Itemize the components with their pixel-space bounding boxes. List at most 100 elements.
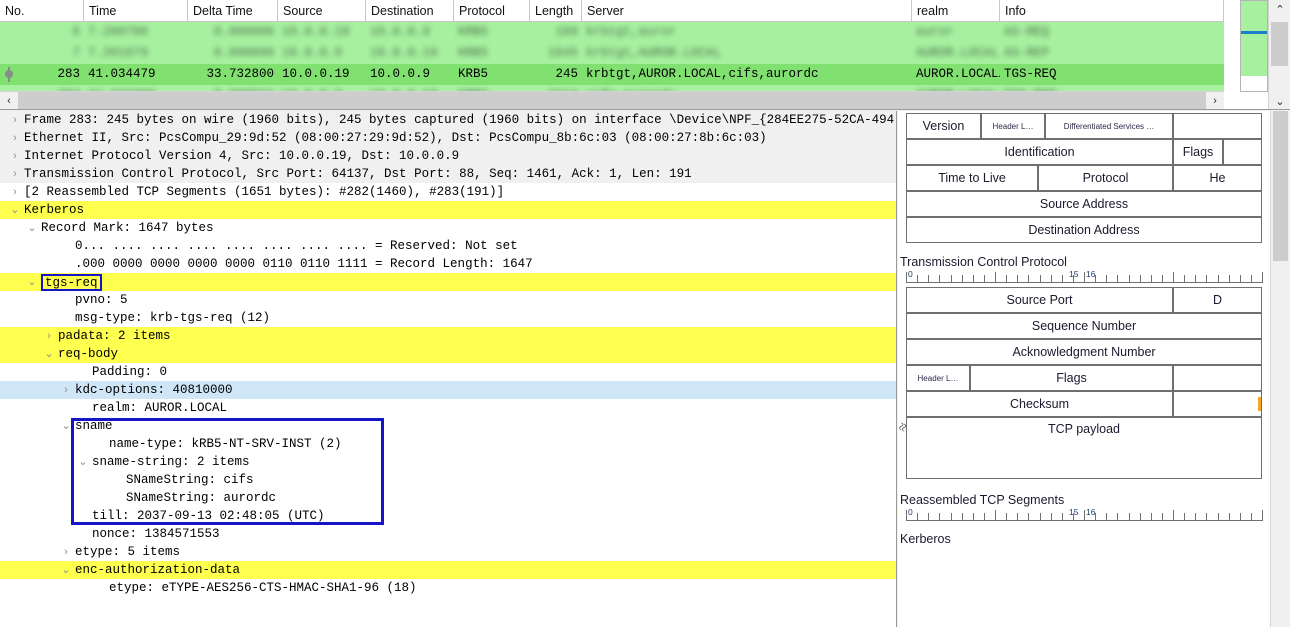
chevron-right-icon[interactable]: › [59, 543, 73, 561]
chevron-down-icon[interactable]: ⌄ [59, 417, 73, 435]
diagram-field[interactable]: Acknowledgment Number [906, 339, 1262, 365]
diagram-field[interactable]: Header L… [981, 113, 1045, 139]
detail-tree-row[interactable]: name-type: kRB5-NT-SRV-INST (2) [0, 435, 896, 453]
diagram-field[interactable]: D [1173, 287, 1262, 313]
packet-row[interactable]: 7 7.201679 0.000899 10.0.0.9 10.0.0.19 KRB5 10… [0, 43, 1224, 64]
intelligent-scrollbar-minimap[interactable] [1240, 0, 1268, 92]
diagram-field[interactable]: Header L… [906, 365, 970, 391]
chevron-right-icon[interactable]: › [8, 165, 22, 183]
detail-tree-row[interactable]: pvno: 5 [0, 291, 896, 309]
diagram-field[interactable]: Protocol [1038, 165, 1173, 191]
diagram-field[interactable]: Source Port [906, 287, 1173, 313]
packet-diagram-pane[interactable]: Version Header L… Differentiated Services … [898, 111, 1290, 627]
diagram-field[interactable]: Flags [970, 365, 1173, 391]
detail-tree-row[interactable]: etype: eTYPE-AES256-CTS-HMAC-SHA1-96 (18… [0, 579, 896, 597]
detail-tree-row[interactable]: till: 2037-09-13 02:48:05 (UTC) [0, 507, 896, 525]
horizontal-scroll-track[interactable] [18, 92, 1206, 109]
diagram-field[interactable]: Identification [906, 139, 1173, 165]
detail-tree-row[interactable]: › Frame 283: 245 bytes on wire (1960 bits… [0, 111, 896, 129]
detail-tree-row[interactable]: ⌄ req-body [0, 345, 896, 363]
detail-tree-row[interactable]: SNameString: cifs [0, 471, 896, 489]
diagram-field[interactable]: Checksum [906, 391, 1173, 417]
diagram-field[interactable]: Source Address [906, 191, 1262, 217]
detail-tree-row[interactable]: ⌄ Record Mark: 1647 bytes [0, 219, 896, 237]
detail-tree-row[interactable]: ⌄ sname-string: 2 items [0, 453, 896, 471]
packet-row[interactable]: 283 41.034479 33.732800 10.0.0.19 10.0.0.9 KR… [0, 64, 1224, 85]
packet-cell-server: krbtgt,AUROR.LOCAL,cifs,aurordc [586, 67, 819, 81]
diagram-field[interactable] [1223, 139, 1262, 165]
packet-details-pane[interactable]: › Frame 283: 245 bytes on wire (1960 bits… [0, 111, 897, 627]
column-header-length[interactable]: Length [530, 0, 582, 22]
chevron-right-icon[interactable]: › [8, 111, 22, 129]
packet-diagram-scrollbar[interactable]: ⌃ [1270, 111, 1290, 627]
detail-tree-row[interactable]: ⌄ tgs-req [0, 273, 896, 291]
scroll-right-icon[interactable]: › [1206, 92, 1224, 109]
detail-tree-row[interactable]: 0... .... .... .... .... .... .... .... … [0, 237, 896, 255]
chevron-right-icon[interactable]: › [8, 129, 22, 147]
detail-tree-row[interactable]: ⌄ Kerberos [0, 201, 896, 219]
vertical-scroll-thumb[interactable] [1271, 22, 1288, 66]
detail-tree-row[interactable]: › kdc-options: 40810000 [0, 381, 896, 399]
detail-tree-row[interactable]: nonce: 1384571553 [0, 525, 896, 543]
detail-tree-row[interactable]: › padata: 2 items [0, 327, 896, 345]
diagram-field[interactable]: He [1173, 165, 1262, 191]
diagram-field[interactable]: Sequence Number [906, 313, 1262, 339]
packet-cell-info: AS-REQ [1004, 25, 1050, 39]
detail-tree-row[interactable]: realm: AUROR.LOCAL [0, 399, 896, 417]
diagram-field[interactable]: Differentiated Services … [1045, 113, 1173, 139]
column-header-realm[interactable]: realm [912, 0, 1000, 22]
detail-tree-row[interactable]: msg-type: krb-tgs-req (12) [0, 309, 896, 327]
ruler-tick [906, 510, 907, 521]
diagram-field[interactable] [1173, 391, 1262, 417]
diagram-field[interactable]: Destination Address [906, 217, 1262, 243]
scroll-left-icon[interactable]: ‹ [0, 92, 18, 109]
ruler-tick [1206, 513, 1207, 521]
column-header-protocol[interactable]: Protocol [454, 0, 530, 22]
chevron-right-icon[interactable]: › [42, 327, 56, 345]
column-header-server[interactable]: Server [582, 0, 912, 22]
diagram-field[interactable]: Flags [1173, 139, 1223, 165]
column-header-destination[interactable]: Destination [366, 0, 454, 22]
diagram-field[interactable]: TCP payload [906, 417, 1262, 479]
detail-tree-row[interactable]: › [2 Reassembled TCP Segments (1651 bytes… [0, 183, 896, 201]
packet-row[interactable]: 6 7.200780 0.000000 10.0.0.19 10.0.0.9 KRB5 16… [0, 22, 1224, 43]
detail-tree-row[interactable]: › Internet Protocol Version 4, Src: 10.0.… [0, 147, 896, 165]
column-header-source[interactable]: Source [278, 0, 366, 22]
chevron-down-icon[interactable]: ⌄ [25, 273, 39, 291]
chevron-down-icon[interactable]: ⌄ [76, 453, 90, 471]
diagram-scroll-thumb[interactable] [1273, 111, 1288, 261]
column-header-time[interactable]: Time [84, 0, 188, 22]
column-header-info[interactable]: Info [1000, 0, 1224, 22]
ruler-tick [1184, 275, 1185, 283]
packet-list-horizontal-scrollbar[interactable]: ‹ › [0, 91, 1224, 109]
detail-tree-row[interactable]: ⌄ enc-authorization-data [0, 561, 896, 579]
scroll-down-icon[interactable]: ⌄ [1269, 92, 1290, 109]
chevron-down-icon[interactable]: ⌄ [8, 201, 22, 219]
scroll-up-icon[interactable]: ⌃ [1269, 0, 1290, 18]
diagram-field[interactable] [1173, 365, 1262, 391]
packet-cell-delta: 0.000899 [213, 46, 274, 60]
packet-list-pane[interactable]: No. Time Delta Time Source Destination Protoc… [0, 0, 1290, 110]
detail-tree-row[interactable]: SNameString: aurordc [0, 489, 896, 507]
packet-list-header[interactable]: No. Time Delta Time Source Destination Protoc… [0, 0, 1224, 22]
chevron-down-icon[interactable]: ⌄ [25, 219, 39, 237]
packet-list-vertical-scrollbar[interactable]: ⌃ ⌄ [1268, 0, 1290, 109]
chevron-right-icon[interactable]: › [8, 183, 22, 201]
chevron-down-icon[interactable]: ⌄ [42, 345, 56, 363]
packet-detail-tree[interactable]: › Frame 283: 245 bytes on wire (1960 bits… [0, 111, 896, 597]
detail-tree-row[interactable]: ⌄ sname [0, 417, 896, 435]
detail-tree-row[interactable]: .000 0000 0000 0000 0000 0110 0110 1111 … [0, 255, 896, 273]
detail-tree-row[interactable]: Padding: 0 [0, 363, 896, 381]
chevron-down-icon[interactable]: ⌄ [59, 561, 73, 579]
ruler-tick [995, 510, 996, 521]
diagram-field[interactable] [1173, 113, 1262, 139]
chevron-right-icon[interactable]: › [8, 147, 22, 165]
detail-tree-row[interactable]: › etype: 5 items [0, 543, 896, 561]
diagram-field[interactable]: Version [906, 113, 981, 139]
detail-tree-row[interactable]: › Transmission Control Protocol, Src Port… [0, 165, 896, 183]
detail-tree-row[interactable]: › Ethernet II, Src: PcsCompu_29:9d:52 (08… [0, 129, 896, 147]
diagram-field[interactable]: Time to Live [906, 165, 1038, 191]
column-header-no[interactable]: No. [0, 0, 84, 22]
column-header-delta-time[interactable]: Delta Time [188, 0, 278, 22]
chevron-right-icon[interactable]: › [59, 381, 73, 399]
